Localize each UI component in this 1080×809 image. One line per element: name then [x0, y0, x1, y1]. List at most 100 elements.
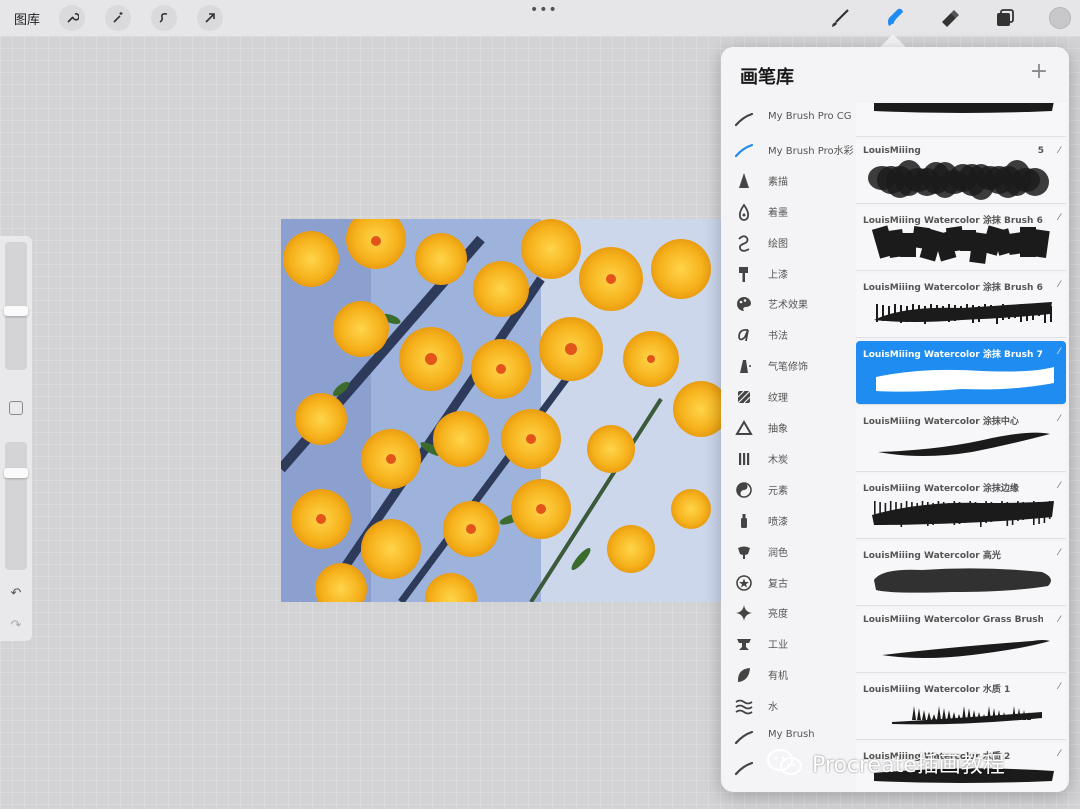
brush-set-label: 书法 — [768, 331, 788, 343]
brush-size-slider[interactable] — [4, 242, 28, 370]
undo-button[interactable]: ↶ — [8, 586, 24, 602]
pencil-tip-icon — [734, 171, 754, 191]
brush-item[interactable]: LouisMiiing Watercolor 涂抹中心 ⁄ — [856, 408, 1066, 472]
brush-stroke-preview — [862, 424, 1060, 470]
brush-set-label: 气笔修饰 — [768, 362, 808, 374]
color-swatch[interactable] — [1049, 7, 1071, 29]
brush-stroke-preview — [862, 692, 1060, 738]
brush-set-label: 复古 — [768, 578, 788, 590]
stroke-preview-icon: ⁄ — [1058, 682, 1060, 692]
brush-stroke-preview — [862, 491, 1060, 537]
brush-set-item[interactable]: 木炭 — [721, 443, 855, 473]
ink-drop-icon — [734, 202, 754, 222]
brush-item[interactable]: LouisMiiing Watercolor 水质 1 ⁄ — [856, 676, 1066, 740]
modify-button[interactable] — [9, 401, 23, 415]
brush-size-thumb[interactable] — [4, 306, 28, 316]
brush-set-item[interactable]: 亮度 — [721, 597, 855, 627]
stroke-preview-icon: ⁄ — [1058, 615, 1060, 625]
brush-item[interactable]: LouisMiiing Watercolor 涂抹 Brush 6 ⁄ — [856, 207, 1066, 271]
stroke-preview-icon: ⁄ — [1058, 347, 1060, 357]
blend-icon — [734, 542, 754, 562]
opacity-thumb[interactable] — [4, 468, 28, 478]
wechat-icon — [767, 749, 802, 775]
stroke-icon — [734, 758, 754, 778]
selection-icon[interactable] — [151, 5, 177, 31]
brush-set-item[interactable]: 书法 — [721, 319, 855, 349]
brush-item[interactable]: LouisMiiing 5 ⁄ — [856, 140, 1066, 204]
brush-set-label: 有机 — [768, 671, 788, 683]
transform-arrow-icon[interactable] — [197, 5, 223, 31]
brush-stroke-preview — [862, 223, 1060, 269]
brush-set-item[interactable]: 艺术效果 — [721, 288, 855, 318]
brush-set-item[interactable]: 绘图 — [721, 227, 855, 257]
brush-icon[interactable] — [826, 4, 854, 32]
brush-set-item[interactable]: 抽象 — [721, 412, 855, 442]
brush-item[interactable]: LouisMiiing Watercolor 涂抹边缘 ⁄ — [856, 475, 1066, 539]
stroke-preview-icon: ⁄ — [1058, 213, 1060, 223]
yin-yang-icon — [734, 480, 754, 500]
brush-set-item[interactable]: 有机 — [721, 659, 855, 689]
top-toolbar: 图库 ••• — [0, 0, 1080, 36]
brush-name-suffix: 5 — [1037, 146, 1044, 156]
brush-set-label: 艺术效果 — [768, 300, 808, 312]
watermark-text: Procreate插画教程 — [812, 753, 1005, 778]
smudge-icon[interactable] — [881, 4, 909, 32]
wrench-icon[interactable] — [59, 5, 85, 31]
brush-stroke-preview — [862, 103, 1060, 135]
brush-set-item[interactable]: My Brush Pro CG — [721, 103, 855, 133]
brush-item[interactable]: LouisMiiing Watercolor 涂抹 Brush 7 ⁄ — [856, 341, 1066, 405]
airbrush-icon — [734, 356, 754, 376]
brush-set-item[interactable]: 润色 — [721, 536, 855, 566]
stroke-preview-icon: ⁄ — [1058, 280, 1060, 290]
brush-set-item[interactable]: 复古 — [721, 567, 855, 597]
brush-set-item[interactable]: 喷漆 — [721, 505, 855, 535]
stroke-preview-icon: ⁄ — [1058, 481, 1060, 491]
gallery-button[interactable]: 图库 — [14, 9, 40, 28]
brush-item[interactable]: LouisMiiing Watercolor 涂抹 Brush 6 1 1 ⁄ — [856, 274, 1066, 338]
brush-stroke-preview — [862, 625, 1060, 671]
anvil-icon — [734, 634, 754, 654]
brush-stroke-preview — [862, 290, 1060, 336]
stroke-icon — [734, 109, 754, 129]
brush-set-item[interactable]: 水 — [721, 690, 855, 720]
stroke-icon — [734, 140, 754, 160]
brush-set-list: My Brush Pro CG My Brush Pro水彩 素描着墨绘图上漆艺术效… — [721, 103, 855, 792]
brush-set-label: 上漆 — [768, 269, 788, 281]
magic-wand-icon[interactable] — [105, 5, 131, 31]
stroke-preview-icon: ⁄ — [1058, 146, 1060, 156]
artwork-canvas[interactable] — [281, 219, 721, 602]
texture-icon — [734, 387, 754, 407]
more-options-dots[interactable]: ••• — [530, 2, 558, 18]
brush-set-item[interactable]: 素描 — [721, 165, 855, 195]
brush-set-label: 水 — [768, 702, 778, 714]
redo-button[interactable]: ↷ — [8, 618, 24, 634]
brush-item[interactable]: LouisMiiing Watercolor Grass Brush ⁄ — [856, 609, 1066, 673]
brush-set-item[interactable]: 上漆 — [721, 258, 855, 288]
opacity-slider[interactable] — [4, 442, 28, 570]
brush-set-item[interactable]: My Brush Pro水彩 — [721, 134, 855, 164]
brush-set-label: 喷漆 — [768, 516, 788, 528]
add-brush-button[interactable]: + — [1027, 61, 1051, 85]
stroke-preview-icon: ⁄ — [1058, 749, 1060, 759]
brush-set-label: 着墨 — [768, 207, 788, 219]
brush-stroke-preview — [862, 558, 1060, 604]
eraser-icon[interactable] — [935, 4, 963, 32]
brush-set-item[interactable]: 工业 — [721, 628, 855, 658]
brush-library-panel: 画笔库 + My Brush Pro CG My Brush Pro水彩 素描 着墨绘… — [721, 47, 1069, 792]
leaf-icon — [734, 665, 754, 685]
watermark: Procreate插画教程 — [766, 748, 1005, 778]
brush-set-label: 亮度 — [768, 609, 788, 621]
brush-item[interactable]: ⁄ — [856, 103, 1066, 137]
brush-set-label: 抽象 — [768, 424, 788, 435]
stroke-icon — [734, 727, 754, 747]
charcoal-icon — [734, 449, 754, 469]
brush-set-item[interactable]: 气笔修饰 — [721, 350, 855, 380]
brush-set-label: My Brush Pro CG — [768, 111, 852, 122]
brush-item[interactable]: LouisMiiing Watercolor 高光 ⁄ — [856, 542, 1066, 606]
stroke-preview-icon: ⁄ — [1058, 548, 1060, 558]
brush-set-item[interactable]: 着墨 — [721, 196, 855, 226]
brush-set-item[interactable]: 元素 — [721, 474, 855, 504]
layers-icon[interactable] — [991, 4, 1019, 32]
curl-icon — [734, 233, 754, 253]
brush-set-item[interactable]: 纹理 — [721, 381, 855, 411]
